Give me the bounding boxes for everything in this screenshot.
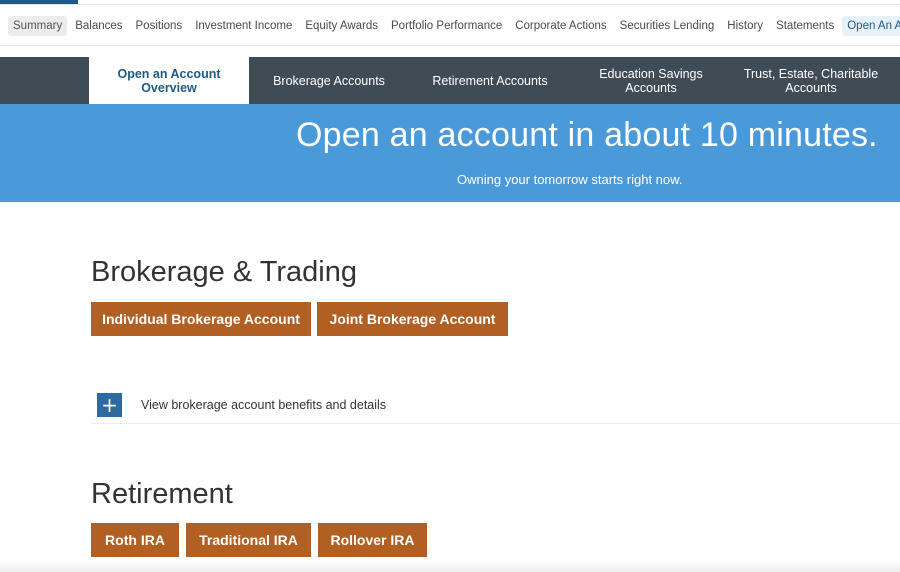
- subnav-open-an-account[interactable]: Open An Account: [842, 16, 900, 36]
- tab-label: Brokerage Accounts: [273, 73, 385, 88]
- subnav-positions[interactable]: Positions: [131, 16, 188, 36]
- account-type-tabbar: Open an Account Overview Brokerage Accoun…: [0, 57, 900, 104]
- hero-title: Open an account in about 10 minutes.: [296, 116, 878, 154]
- joint-brokerage-account-button[interactable]: Joint Brokerage Account: [317, 302, 508, 336]
- bottom-edge: [0, 560, 900, 572]
- traditional-ira-button[interactable]: Traditional IRA: [186, 523, 311, 557]
- retirement-section-title: Retirement: [91, 478, 233, 510]
- brokerage-section-title: Brokerage & Trading: [91, 256, 357, 288]
- plus-icon[interactable]: +: [97, 393, 122, 417]
- subnav-securities-lending[interactable]: Securities Lending: [615, 16, 720, 36]
- subnav-corporate-actions[interactable]: Corporate Actions: [510, 16, 611, 36]
- subnav-statements[interactable]: Statements: [771, 16, 839, 36]
- subnav-divider: [0, 45, 900, 46]
- individual-brokerage-account-button[interactable]: Individual Brokerage Account: [91, 302, 311, 336]
- subnav-portfolio-performance[interactable]: Portfolio Performance: [386, 16, 507, 36]
- tab-label: Open an Account Overview: [117, 66, 221, 95]
- subnav-history[interactable]: History: [722, 16, 768, 36]
- top-divider: [0, 4, 900, 5]
- tab-label: Retirement Accounts: [432, 73, 548, 88]
- tab-retirement-accounts[interactable]: Retirement Accounts: [409, 57, 571, 104]
- subnav-equity-awards[interactable]: Equity Awards: [300, 16, 383, 36]
- rollover-ira-button[interactable]: Rollover IRA: [318, 523, 427, 557]
- roth-ira-button[interactable]: Roth IRA: [91, 523, 179, 557]
- hero-subtitle: Owning your tomorrow starts right now.: [457, 172, 683, 187]
- hero-banner: Open an account in about 10 minutes. Own…: [0, 104, 900, 202]
- tab-trust-estate-charitable-accounts[interactable]: Trust, Estate, Charitable Accounts: [731, 57, 891, 104]
- subnav-summary[interactable]: Summary: [8, 16, 68, 36]
- tab-label: Trust, Estate, Charitable Accounts: [743, 66, 879, 95]
- subnav-investment-income[interactable]: Investment Income: [190, 16, 297, 36]
- brokerage-details-expander[interactable]: + View brokerage account benefits and de…: [91, 388, 900, 424]
- tab-label: Education Savings Accounts: [599, 66, 703, 95]
- tab-education-savings-accounts[interactable]: Education Savings Accounts: [571, 57, 731, 104]
- subnav-balances[interactable]: Balances: [70, 16, 127, 36]
- account-subnav: Summary Balances Positions Investment In…: [0, 13, 900, 39]
- tab-open-account-overview[interactable]: Open an Account Overview: [89, 57, 249, 104]
- tab-brokerage-accounts[interactable]: Brokerage Accounts: [249, 57, 409, 104]
- brokerage-details-label: View brokerage account benefits and deta…: [141, 398, 387, 412]
